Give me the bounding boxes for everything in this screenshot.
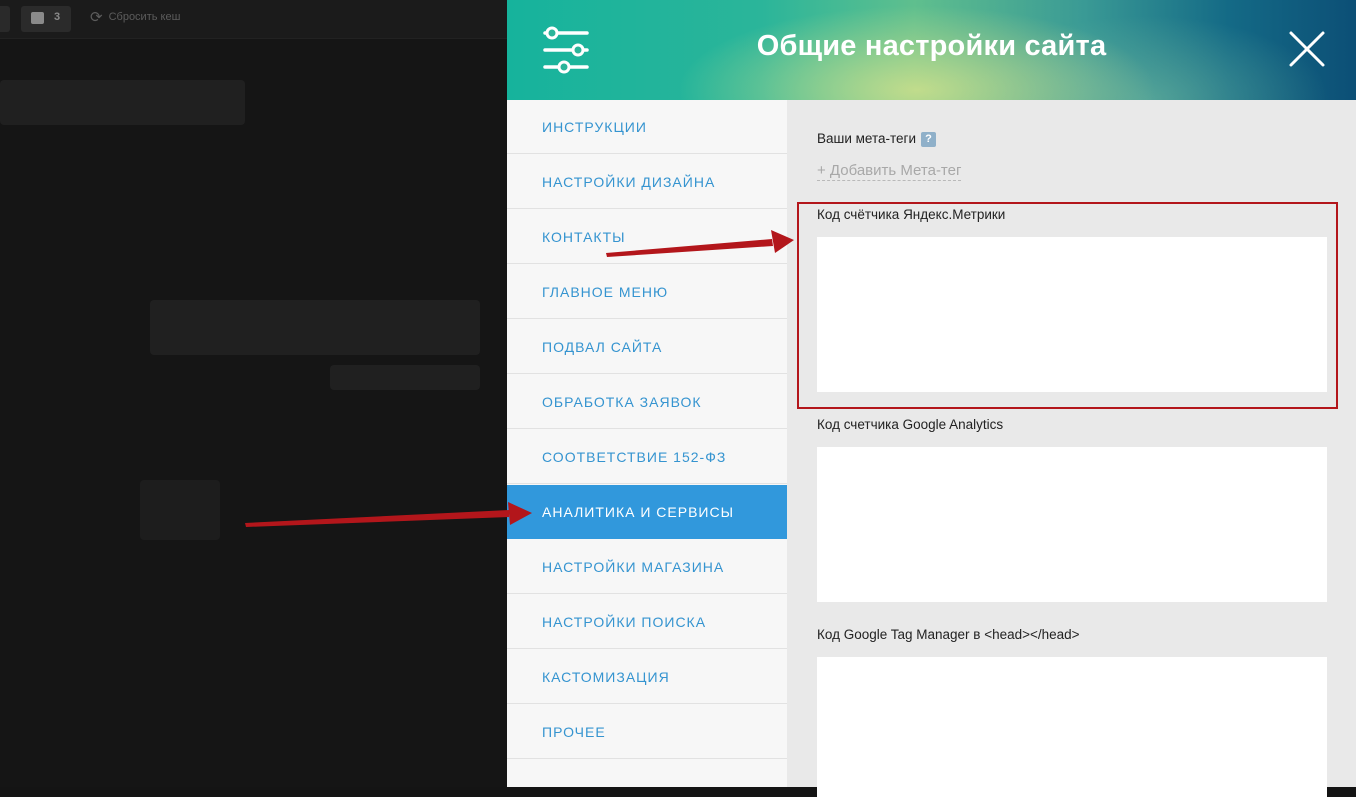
- analytics-settings-content: Ваши мета-теги? + Добавить Мета-тег Код …: [787, 100, 1356, 797]
- gtm-head-code-field[interactable]: [817, 657, 1327, 797]
- yandex-metrika-code-field[interactable]: [817, 237, 1327, 392]
- sidebar-item-main-menu[interactable]: ГЛАВНОЕ МЕНЮ: [507, 265, 787, 319]
- gtm-head-label: Код Google Tag Manager в <head></head>: [817, 627, 1080, 642]
- sidebar-item-instructions[interactable]: ИНСТРУКЦИИ: [507, 100, 787, 154]
- yandex-metrika-label: Код счётчика Яндекс.Метрики: [817, 207, 1006, 222]
- sidebar-item-shop-settings[interactable]: НАСТРОЙКИ МАГАЗИНА: [507, 540, 787, 594]
- sidebar-item-other[interactable]: ПРОЧЕЕ: [507, 705, 787, 759]
- meta-tags-label-text: Ваши мета-теги: [817, 131, 917, 146]
- close-icon[interactable]: [1288, 30, 1326, 68]
- sidebar-item-152fz[interactable]: СООТВЕТСТВИЕ 152-ФЗ: [507, 430, 787, 484]
- sidebar-item-contacts[interactable]: КОНТАКТЫ: [507, 210, 787, 264]
- sidebar-item-search-settings[interactable]: НАСТРОЙКИ ПОИСКА: [507, 595, 787, 649]
- reset-cache-label: Сбросить кеш: [108, 11, 181, 23]
- add-meta-tag-link[interactable]: + Добавить Мета-тег: [817, 162, 962, 181]
- blurred-logo: [0, 80, 245, 125]
- sidebar-item-customization[interactable]: КАСТОМИЗАЦИЯ: [507, 650, 787, 704]
- sidebar-item-requests[interactable]: ОБРАБОТКА ЗАЯВОК: [507, 375, 787, 429]
- notification-icon: [31, 12, 44, 24]
- toolbar-button[interactable]: [0, 6, 10, 32]
- sidebar-item-analytics[interactable]: АНАЛИТИКА И СЕРВИСЫ: [507, 485, 787, 539]
- help-icon[interactable]: ?: [921, 132, 937, 147]
- google-analytics-code-field[interactable]: [817, 447, 1327, 602]
- settings-sidebar: ИНСТРУКЦИИ НАСТРОЙКИ ДИЗАЙНА КОНТАКТЫ ГЛ…: [507, 100, 787, 787]
- reset-cache-button[interactable]: ⟳ Сбросить кеш: [90, 8, 180, 26]
- site-settings-modal: Общие настройки сайта ИНСТРУКЦИИ НАСТРОЙ…: [507, 0, 1356, 797]
- google-analytics-label: Код счетчика Google Analytics: [817, 417, 1004, 432]
- modal-title: Общие настройки сайта: [756, 30, 1107, 62]
- blurred-icon: [140, 480, 220, 540]
- meta-tags-label: Ваши мета-теги?: [817, 131, 937, 147]
- sidebar-item-footer[interactable]: ПОДВАЛ САЙТА: [507, 320, 787, 374]
- sidebar-item-design-settings[interactable]: НАСТРОЙКИ ДИЗАЙНА: [507, 155, 787, 209]
- notification-count: 3: [54, 11, 61, 23]
- blurred-subheading: [330, 365, 480, 390]
- notifications-button[interactable]: 3: [21, 6, 71, 32]
- modal-header: Общие настройки сайта: [507, 0, 1356, 100]
- refresh-icon: ⟳: [90, 9, 103, 26]
- blurred-heading: [150, 300, 480, 355]
